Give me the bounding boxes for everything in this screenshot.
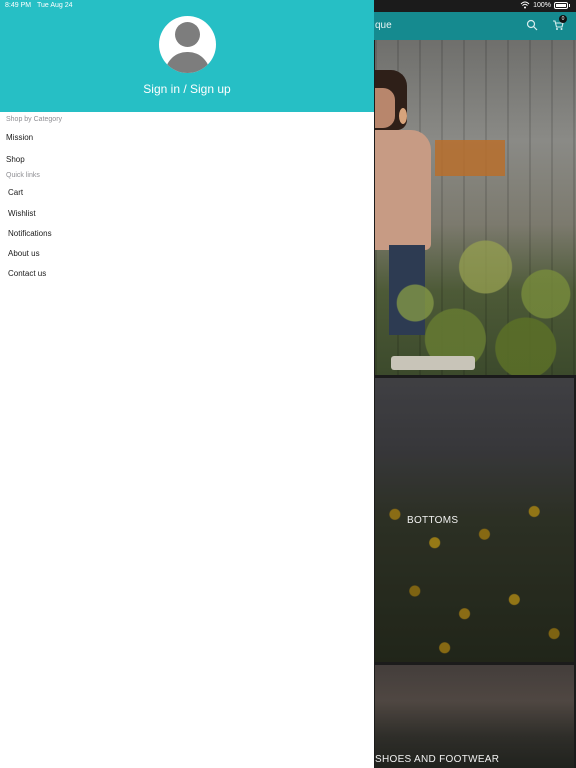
status-right: 100% (520, 1, 570, 9)
hero-bench (391, 356, 475, 370)
battery-percent: 100% (533, 1, 551, 9)
menu-item-about-us[interactable]: About us (8, 249, 40, 258)
menu-item-contact-us[interactable]: Contact us (8, 269, 46, 278)
section-title-quick-links: Quick links (6, 172, 40, 179)
menu-item-mission[interactable]: Mission (6, 133, 33, 142)
category-tile-bottoms[interactable]: BOTTOMS (375, 378, 574, 662)
category-tile-shoes[interactable]: SHOES AND FOOTWEAR (375, 665, 574, 768)
section-title-shop-by-category: Shop by Category (6, 116, 63, 123)
hero-plants (375, 195, 576, 375)
side-drawer: Sign in / Sign up Shop by Category Missi… (0, 0, 374, 768)
status-date: Tue Aug 24 (37, 2, 73, 9)
hero-banner[interactable] (375, 40, 576, 375)
status-bar: 8:49 PM Tue Aug 24 100% (0, 0, 576, 12)
avatar-body (165, 52, 210, 73)
menu-item-notifications[interactable]: Notifications (8, 229, 52, 238)
menu-item-shop[interactable]: Shop (6, 155, 25, 164)
signin-signup-link[interactable]: Sign in / Sign up (0, 82, 374, 96)
category-label-shoes: SHOES AND FOOTWEAR (375, 754, 500, 765)
cart-count-badge: 0 (559, 15, 567, 23)
hero-orange-crate (435, 140, 505, 176)
wifi-icon (520, 1, 530, 9)
menu-item-cart[interactable]: Cart (8, 188, 23, 197)
battery-tip (569, 3, 570, 7)
app-title: que (375, 20, 392, 31)
category-label-bottoms: BOTTOMS (407, 515, 459, 526)
battery-icon (554, 1, 568, 9)
search-icon[interactable] (526, 19, 538, 31)
avatar-head (175, 22, 200, 47)
category-overlay (375, 665, 574, 768)
hero-person-face (375, 88, 395, 128)
user-avatar-icon[interactable] (159, 16, 216, 73)
drawer-header: Sign in / Sign up (0, 0, 374, 112)
category-overlay (375, 378, 574, 662)
menu-item-wishlist[interactable]: Wishlist (8, 209, 36, 218)
status-time: 8:49 PM (5, 2, 32, 9)
hero-earring (399, 108, 407, 124)
